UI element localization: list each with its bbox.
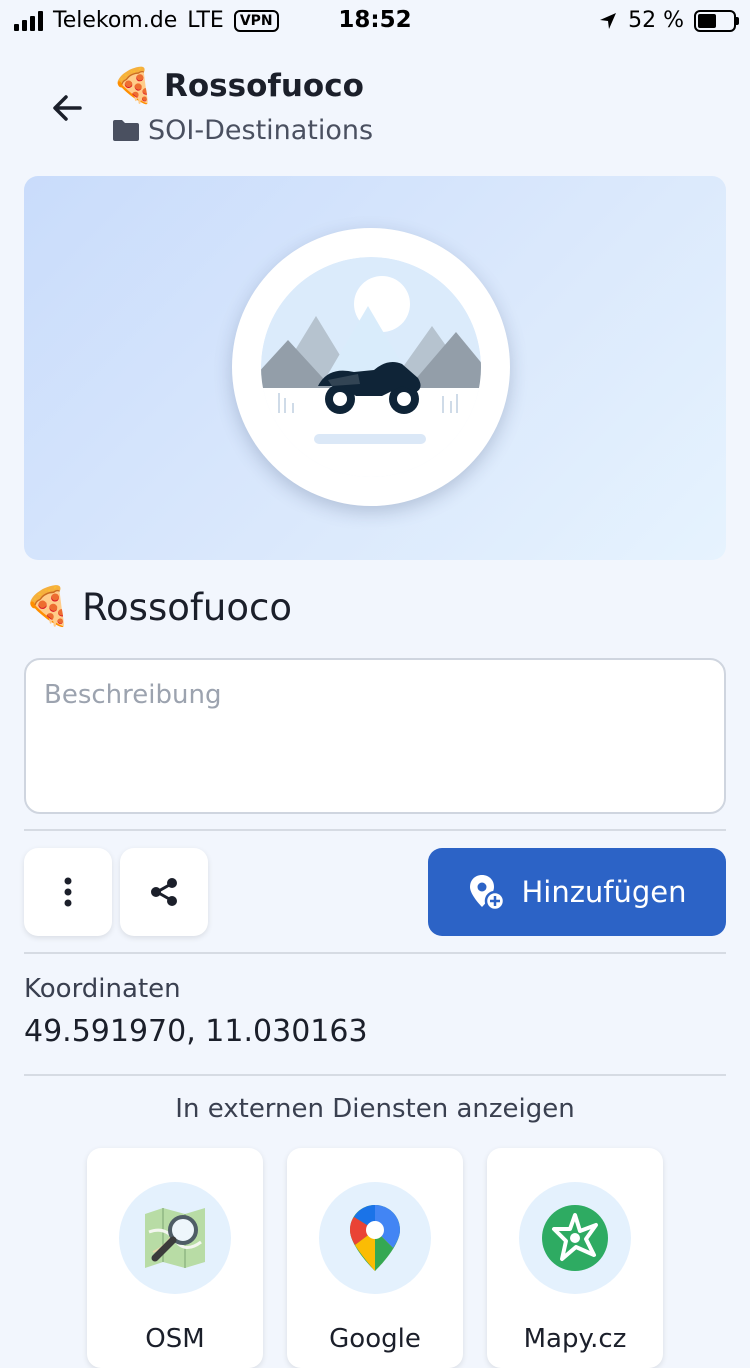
- header-title: Rossofuoco: [164, 68, 364, 104]
- place-pizza-emoji: 🍕: [24, 584, 72, 628]
- header-folder-name[interactable]: SOI-Destinations: [148, 115, 373, 146]
- location-arrow-icon: [600, 12, 617, 29]
- mapy-icon-circle: [519, 1182, 631, 1294]
- status-bar: Telekom.de LTE VPN 18:52 52 %: [0, 0, 750, 44]
- service-label-osm: OSM: [145, 1324, 205, 1354]
- more-options-button[interactable]: [24, 848, 112, 936]
- place-title[interactable]: Rossofuoco: [82, 586, 292, 629]
- more-vertical-icon: [64, 877, 72, 907]
- folder-icon: [113, 120, 139, 141]
- battery-percent: 52 %: [628, 8, 684, 33]
- divider: [24, 829, 726, 831]
- share-button[interactable]: [120, 848, 208, 936]
- osm-icon-circle: [119, 1182, 231, 1294]
- google-maps-icon: [350, 1205, 400, 1271]
- coordinates-value[interactable]: 49.591970, 11.030163: [24, 1014, 368, 1049]
- google-icon-circle: [319, 1182, 431, 1294]
- divider: [24, 1074, 726, 1076]
- description-input[interactable]: [24, 658, 726, 814]
- coordinates-label: Koordinaten: [24, 974, 181, 1004]
- service-label-mapy: Mapy.cz: [523, 1324, 627, 1354]
- location-add-icon: [470, 875, 506, 912]
- service-card-osm[interactable]: OSM: [87, 1148, 263, 1368]
- mapy-icon: [542, 1205, 608, 1271]
- add-place-button[interactable]: Hinzufügen: [428, 848, 726, 936]
- back-button[interactable]: [46, 86, 90, 130]
- share-icon: [151, 878, 177, 906]
- arrow-left-icon: [53, 95, 82, 121]
- landscape-motorcycle-icon: [261, 257, 481, 477]
- place-image: [24, 176, 726, 560]
- battery-icon: [694, 9, 739, 32]
- placeholder-illustration: [232, 228, 510, 506]
- service-label-google: Google: [329, 1324, 421, 1354]
- service-card-mapy[interactable]: Mapy.cz: [487, 1148, 663, 1368]
- divider: [24, 952, 726, 954]
- service-card-google[interactable]: Google: [287, 1148, 463, 1368]
- osm-map-icon: [145, 1208, 205, 1268]
- status-right: 52 %: [598, 8, 739, 33]
- external-services-title: In externen Diensten anzeigen: [175, 1094, 575, 1124]
- add-button-label: Hinzufügen: [521, 875, 687, 909]
- header-pizza-emoji: 🍕: [112, 66, 155, 106]
